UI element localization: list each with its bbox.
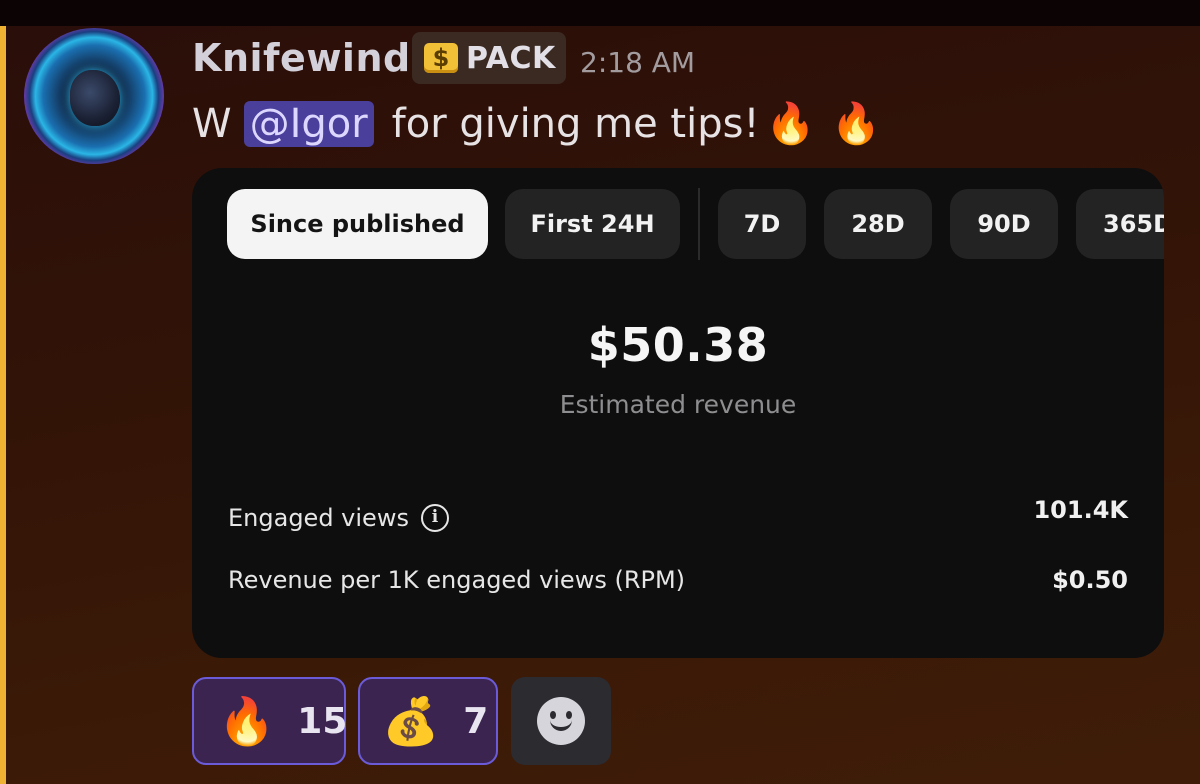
reaction-fire[interactable]: 🔥 15	[192, 677, 348, 765]
message-timestamp[interactable]: 2:18 AM	[580, 46, 695, 79]
top-bar	[0, 0, 1200, 26]
fire-emoji: 🔥	[765, 101, 816, 147]
avatar[interactable]	[24, 28, 164, 164]
mention-highlight-bar	[0, 26, 6, 784]
tab-28d[interactable]: 28D	[824, 189, 932, 259]
period-tabs: Since published First 24H 7D 28D 90D 365…	[192, 168, 1164, 268]
tab-90d[interactable]: 90D	[950, 189, 1058, 259]
reaction-count: 7	[463, 700, 489, 742]
tab-since-published[interactable]: Since published	[227, 189, 488, 259]
message-content: W @Igor for giving me tips! 🔥 🔥	[192, 100, 881, 147]
engaged-views-value: 101.4K	[1033, 496, 1128, 524]
engaged-views-label-row: Engaged views i	[228, 504, 449, 532]
fire-emoji: 🔥	[218, 693, 276, 748]
info-icon[interactable]: i	[420, 504, 449, 532]
message-text-prefix: W	[192, 100, 232, 147]
add-reaction-button[interactable]	[511, 677, 611, 765]
money-bag-emoji: 💰	[382, 693, 440, 748]
dollar-icon: $	[424, 43, 458, 73]
message-text-suffix: for giving me tips!	[391, 100, 760, 147]
reaction-money-bag[interactable]: 💰 7	[358, 677, 498, 765]
rpm-label: Revenue per 1K engaged views (RPM)	[228, 566, 686, 594]
estimated-revenue-value: $50.38	[587, 318, 769, 372]
role-tag-label: PACK	[466, 40, 556, 76]
fire-emoji: 🔥	[831, 101, 882, 147]
tab-365d[interactable]: 365D	[1076, 189, 1164, 259]
tab-divider	[698, 188, 700, 260]
role-tag[interactable]: $ PACK	[412, 32, 566, 84]
tab-first-24h[interactable]: First 24H	[505, 189, 680, 259]
rpm-value: $0.50	[1052, 566, 1128, 594]
smiley-icon	[537, 697, 585, 745]
estimated-revenue-label: Estimated revenue	[559, 390, 797, 419]
reaction-count: 15	[297, 700, 348, 742]
author-username[interactable]: Knifewind	[192, 36, 411, 80]
avatar-core	[70, 70, 120, 126]
rpm-label-row: Revenue per 1K engaged views (RPM)	[228, 566, 685, 594]
tab-7d[interactable]: 7D	[718, 189, 806, 259]
engaged-views-label: Engaged views	[228, 504, 409, 532]
analytics-embed-image[interactable]: Since published First 24H 7D 28D 90D 365…	[192, 168, 1164, 658]
user-mention[interactable]: @Igor	[243, 100, 374, 147]
